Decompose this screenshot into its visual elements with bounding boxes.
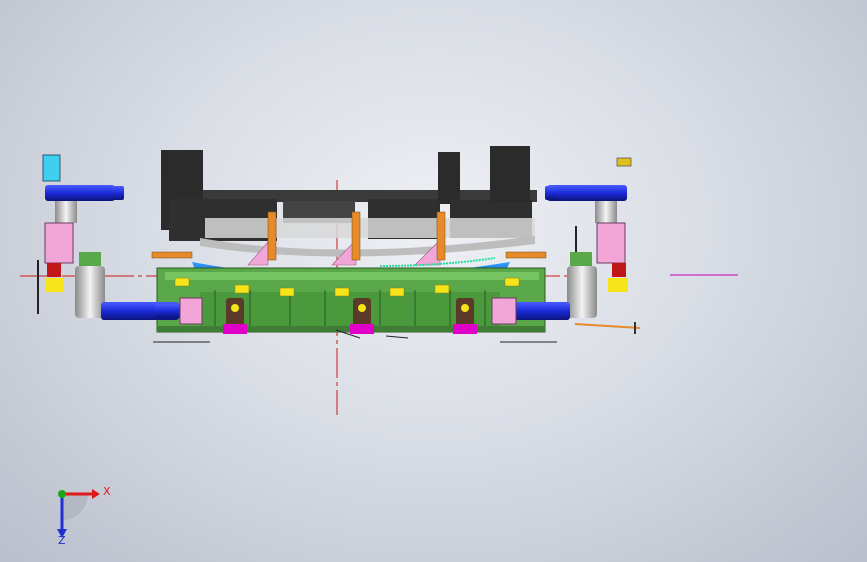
fixture-assembly-model[interactable] [0,0,867,562]
triad-x-label: X [103,485,111,498]
fixture-base[interactable] [156,267,546,333]
triad-axes-icon [57,489,100,538]
cad-graphics-viewport[interactable]: X Z [0,0,867,562]
triad-z-label: Z [58,534,66,547]
orientation-triad[interactable]: X Z [40,482,111,547]
clamp-arms[interactable] [161,146,537,257]
